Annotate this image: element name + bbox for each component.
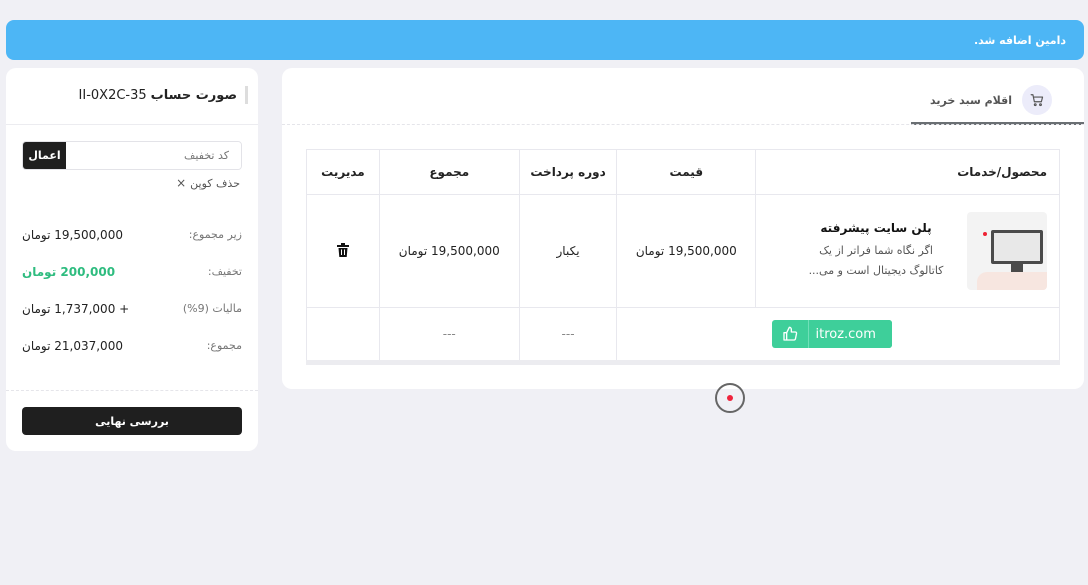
total-label: مجموع: — [206, 339, 242, 352]
invoice-title: صورت حساب II-0X2C-35 — [79, 86, 248, 104]
domain-total-cell: --- — [378, 307, 520, 361]
invoice-title-prefix: صورت حساب — [150, 87, 237, 103]
domain-name: itroz.com — [808, 320, 892, 348]
header-manage: مدیریت — [306, 149, 380, 195]
tax-label: مالیات (9%) — [182, 302, 242, 315]
account-id: II-0X2C-35 — [78, 87, 147, 103]
period-cell: یکبار — [518, 194, 618, 308]
table-header-row: محصول/خدمات قیمت دوره پرداخت مجموع مدیری… — [306, 149, 1060, 195]
discount-label: تخفیف: — [207, 265, 242, 278]
divider — [6, 390, 258, 391]
header-period: دوره پرداخت — [518, 149, 618, 195]
header-product: محصول/خدمات — [755, 149, 1060, 195]
divider — [6, 124, 258, 125]
manage-cell — [306, 194, 380, 308]
cart-icon — [1022, 85, 1052, 115]
header-total: مجموع — [378, 149, 520, 195]
cart-card: اقلام سبد خرید محصول/خدمات قیمت دوره پرد… — [282, 68, 1084, 389]
total-row: مجموع: 21,037,000 تومان — [22, 339, 242, 353]
tab-cart-label: اقلام سبد خرید — [930, 93, 1012, 107]
remove-coupon-label: حذف کوپن — [190, 176, 240, 190]
discount-row: تخفیف: 200,000 تومان — [22, 265, 242, 279]
total-cell: 19,500,000 تومان — [378, 194, 520, 308]
checkout-button[interactable]: بررسی نهایی — [22, 407, 242, 435]
remove-coupon-link[interactable]: حذف کوپن × — [176, 176, 240, 190]
coupon-input[interactable] — [66, 142, 241, 169]
product-cell: پلن سایت پیشرفته اگر نگاه شما فراتر از ی… — [755, 194, 1060, 308]
apply-coupon-button[interactable]: اعمال — [23, 142, 66, 169]
product-description: اگر نگاه شما فراتر از یک کاتالوگ دیجیتال… — [808, 244, 944, 277]
domain-badge: itroz.com — [772, 320, 892, 348]
coupon-form: اعمال — [22, 141, 242, 170]
product-title: پلن سایت پیشرفته — [820, 221, 932, 235]
close-icon: × — [176, 176, 187, 190]
tax-value: + 1,737,000 تومان — [22, 302, 130, 316]
loading-spinner-icon — [715, 383, 745, 413]
cart-table: محصول/خدمات قیمت دوره پرداخت مجموع مدیری… — [306, 149, 1060, 361]
tab-cart-items[interactable]: اقلام سبد خرید — [911, 78, 1084, 125]
table-row: itroz.com --- --- — [306, 307, 1060, 361]
total-value: 21,037,000 تومان — [22, 339, 123, 353]
header-price: قیمت — [616, 149, 757, 195]
subtotal-label: زیر مجموع: — [188, 228, 242, 241]
table-row: پلن سایت پیشرفته اگر نگاه شما فراتر از ی… — [306, 194, 1060, 308]
success-alert: دامین اضافه شد. — [6, 20, 1084, 60]
subtotal-value: 19,500,000 تومان — [22, 228, 123, 242]
product-thumbnail — [967, 212, 1047, 290]
table-scrollbar[interactable] — [306, 360, 1060, 365]
price-cell: 19,500,000 تومان — [616, 194, 757, 308]
trash-icon[interactable] — [336, 242, 349, 260]
domain-period-cell: --- — [518, 307, 618, 361]
tab-divider — [282, 124, 1084, 125]
thumbs-up-icon — [772, 320, 808, 348]
alert-text: دامین اضافه شد. — [973, 33, 1066, 47]
domain-manage-cell — [306, 307, 380, 361]
domain-cell: itroz.com — [616, 307, 1060, 361]
invoice-summary-card: صورت حساب II-0X2C-35 اعمال حذف کوپن × زی… — [6, 68, 258, 451]
tax-row: مالیات (9%) + 1,737,000 تومان — [22, 302, 242, 316]
discount-value: 200,000 تومان — [22, 265, 116, 279]
subtotal-row: زیر مجموع: 19,500,000 تومان — [22, 228, 242, 242]
